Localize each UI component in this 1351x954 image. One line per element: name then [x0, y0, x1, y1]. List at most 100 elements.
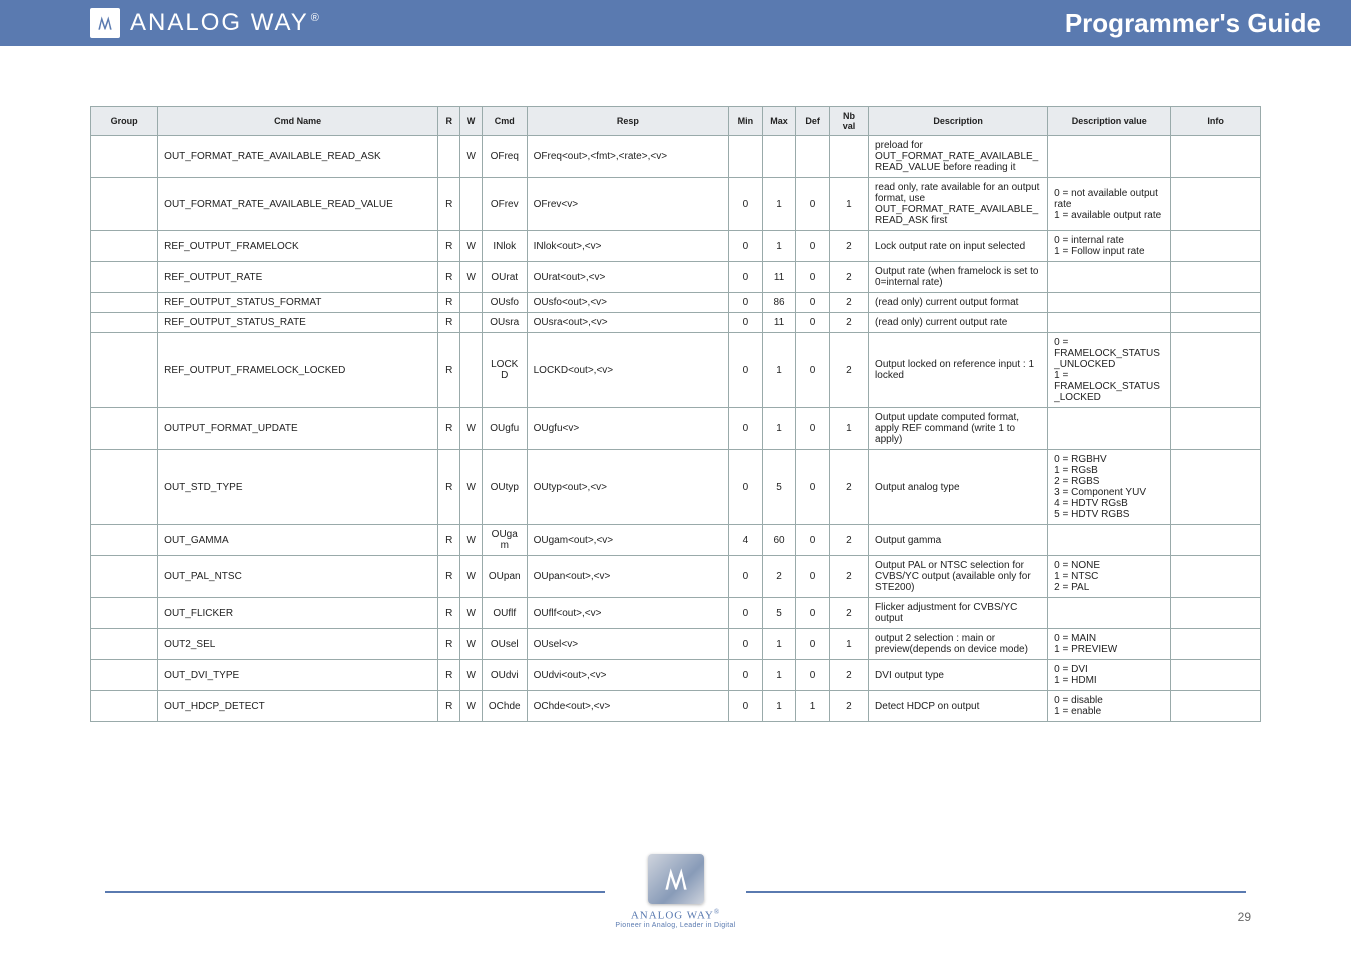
- table-cell: Output analog type: [869, 450, 1048, 525]
- table-header-cell: Resp: [527, 107, 729, 136]
- table-cell: 86: [762, 293, 796, 313]
- table-cell: [91, 262, 158, 293]
- table-cell: LOCKD: [482, 333, 527, 408]
- table-cell: 2: [829, 262, 868, 293]
- header-left: ANALOG WAY®: [0, 8, 321, 38]
- table-cell: 1: [829, 408, 868, 450]
- table-cell: [762, 136, 796, 178]
- table-cell: [796, 136, 830, 178]
- table-cell: R: [438, 598, 460, 629]
- table-cell: OFreq<out>,<fmt>,<rate>,<v>: [527, 136, 729, 178]
- brand-logo-icon: [90, 8, 120, 38]
- table-cell: 0: [729, 450, 763, 525]
- table-row: REF_OUTPUT_STATUS_RATEROUsraOUsra<out>,<…: [91, 313, 1261, 333]
- command-table: GroupCmd NameRWCmdRespMinMaxDefNb valDes…: [90, 106, 1261, 722]
- table-cell: W: [460, 629, 482, 660]
- table-cell: [91, 231, 158, 262]
- table-cell: (read only) current output format: [869, 293, 1048, 313]
- table-cell: [829, 136, 868, 178]
- table-row: OUT_STD_TYPERWOUtypOUtyp<out>,<v>0502Out…: [91, 450, 1261, 525]
- table-cell: [1171, 313, 1261, 333]
- table-cell: 0: [796, 629, 830, 660]
- table-cell: 1: [762, 231, 796, 262]
- table-cell: [91, 598, 158, 629]
- table-cell: W: [460, 231, 482, 262]
- table-cell: 0: [729, 408, 763, 450]
- table-cell: 0: [796, 598, 830, 629]
- table-cell: 0: [796, 293, 830, 313]
- table-cell: 0: [796, 408, 830, 450]
- table-cell: 0 = MAIN 1 = PREVIEW: [1048, 629, 1171, 660]
- table-cell: [1171, 408, 1261, 450]
- table-cell: OUTPUT_FORMAT_UPDATE: [158, 408, 438, 450]
- table-cell: 11: [762, 313, 796, 333]
- table-cell: REF_OUTPUT_FRAMELOCK_LOCKED: [158, 333, 438, 408]
- table-cell: Output locked on reference input : 1 loc…: [869, 333, 1048, 408]
- table-cell: 0: [796, 333, 830, 408]
- table-cell: 0 = DVI 1 = HDMI: [1048, 660, 1171, 691]
- table-cell: OUtyp<out>,<v>: [527, 450, 729, 525]
- table-cell: OUsra<out>,<v>: [527, 313, 729, 333]
- table-row: OUTPUT_FORMAT_UPDATERWOUgfuOUgfu<v>0101O…: [91, 408, 1261, 450]
- table-row: REF_OUTPUT_STATUS_FORMATROUsfoOUsfo<out>…: [91, 293, 1261, 313]
- table-cell: 4: [729, 525, 763, 556]
- table-cell: [1171, 178, 1261, 231]
- table-cell: 0: [729, 598, 763, 629]
- table-row: OUT_GAMMARWOUgamOUgam<out>,<v>46002Outpu…: [91, 525, 1261, 556]
- table-cell: [1171, 450, 1261, 525]
- table-cell: 5: [762, 450, 796, 525]
- table-cell: OUpan<out>,<v>: [527, 556, 729, 598]
- table-cell: REF_OUTPUT_STATUS_FORMAT: [158, 293, 438, 313]
- table-cell: R: [438, 450, 460, 525]
- table-cell: [1048, 598, 1171, 629]
- table-header-cell: Def: [796, 107, 830, 136]
- table-cell: OUsel<v>: [527, 629, 729, 660]
- table-cell: [1171, 598, 1261, 629]
- table-cell: 0: [729, 178, 763, 231]
- table-cell: [91, 450, 158, 525]
- footer-logo-icon: [648, 854, 704, 904]
- table-cell: [91, 408, 158, 450]
- table-row: OUT_FORMAT_RATE_AVAILABLE_READ_VALUEROFr…: [91, 178, 1261, 231]
- table-cell: OUT_GAMMA: [158, 525, 438, 556]
- table-cell: OChde: [482, 691, 527, 722]
- table-cell: [1171, 333, 1261, 408]
- table-cell: 1: [762, 333, 796, 408]
- table-cell: 1: [829, 629, 868, 660]
- table-header-cell: Group: [91, 107, 158, 136]
- table-cell: W: [460, 660, 482, 691]
- table-row: OUT2_SELRWOUselOUsel<v>0101output 2 sele…: [91, 629, 1261, 660]
- table-row: OUT_PAL_NTSCRWOUpanOUpan<out>,<v>0202Out…: [91, 556, 1261, 598]
- footer-rule-left: [105, 891, 605, 893]
- table-header-cell: Cmd Name: [158, 107, 438, 136]
- table-cell: OFreq: [482, 136, 527, 178]
- table-cell: [1048, 136, 1171, 178]
- table-cell: [1171, 629, 1261, 660]
- table-row: REF_OUTPUT_RATERWOUratOUrat<out>,<v>0110…: [91, 262, 1261, 293]
- table-cell: [1171, 136, 1261, 178]
- table-cell: [91, 136, 158, 178]
- table-cell: 0: [729, 262, 763, 293]
- table-cell: W: [460, 525, 482, 556]
- table-cell: OUrat<out>,<v>: [527, 262, 729, 293]
- table-cell: W: [460, 598, 482, 629]
- table-header-cell: Description: [869, 107, 1048, 136]
- table-cell: OUsfo: [482, 293, 527, 313]
- table-cell: [91, 293, 158, 313]
- table-cell: OUdvi<out>,<v>: [527, 660, 729, 691]
- table-cell: [91, 660, 158, 691]
- table-cell: 0 = RGBHV 1 = RGsB 2 = RGBS 3 = Componen…: [1048, 450, 1171, 525]
- table-cell: OUT_HDCP_DETECT: [158, 691, 438, 722]
- table-cell: OUsra: [482, 313, 527, 333]
- table-cell: R: [438, 178, 460, 231]
- table-cell: 1: [796, 691, 830, 722]
- table-cell: 1: [829, 178, 868, 231]
- table-cell: 0: [796, 231, 830, 262]
- page-body: GroupCmd NameRWCmdRespMinMaxDefNb valDes…: [0, 46, 1351, 722]
- table-cell: W: [460, 556, 482, 598]
- table-cell: [1048, 525, 1171, 556]
- table-cell: 0: [796, 525, 830, 556]
- table-cell: [91, 333, 158, 408]
- table-cell: 0: [729, 629, 763, 660]
- table-cell: R: [438, 408, 460, 450]
